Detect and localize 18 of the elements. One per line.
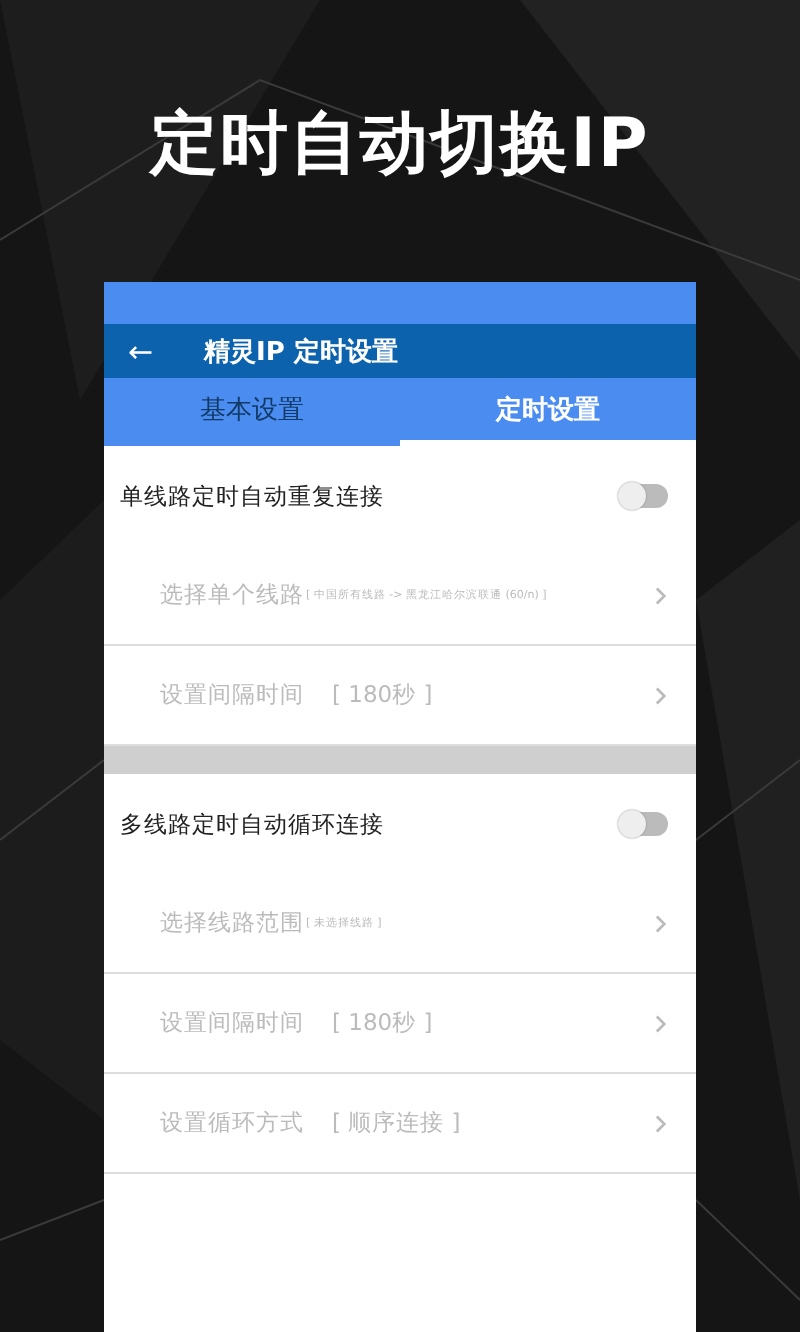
section-title: 单线路定时自动重复连接	[120, 481, 384, 511]
back-button[interactable]: ←	[128, 333, 176, 369]
chevron-icon	[654, 1013, 668, 1033]
toggle-switch[interactable]	[620, 812, 668, 836]
section-title: 多线路定时自动循环连接	[120, 809, 384, 839]
chevron-icon	[654, 685, 668, 705]
background-line	[695, 759, 800, 841]
chevron-icon	[654, 1113, 668, 1133]
background-line	[0, 1199, 105, 1241]
chevron-icon	[654, 913, 668, 933]
background-line	[695, 1199, 800, 1301]
chevron-icon	[654, 585, 668, 605]
toolbar-title: 精灵IP 定时设置	[204, 335, 398, 369]
background-line	[0, 759, 105, 841]
tab[interactable]: 基本设置	[104, 378, 400, 446]
headline: 定时自动切换IP	[150, 102, 650, 188]
toggle-switch[interactable]	[620, 484, 668, 508]
tab[interactable]: 定时设置	[400, 378, 696, 446]
